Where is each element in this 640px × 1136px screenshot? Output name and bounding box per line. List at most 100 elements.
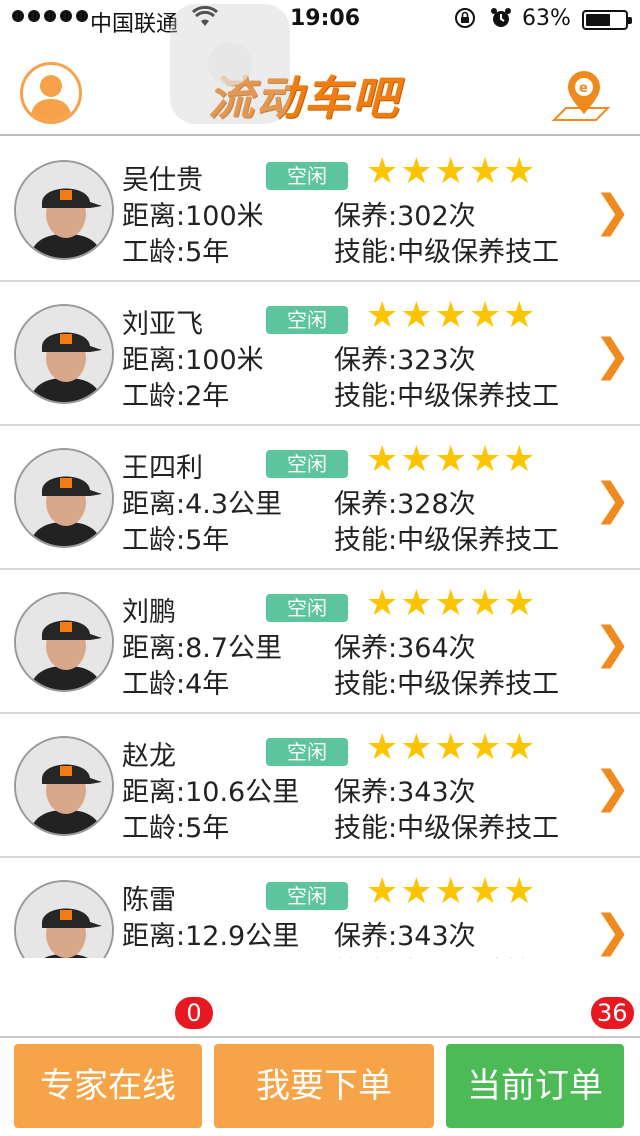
- distance-text: 距离:10.6公里: [122, 777, 300, 808]
- status-badge: 空闲: [266, 594, 348, 622]
- rating-stars: ★ ★ ★ ★ ★: [366, 152, 535, 192]
- technician-name: 王四利: [122, 453, 203, 484]
- current-orders-button[interactable]: 当前订单: [446, 1044, 624, 1128]
- star-icon: ★: [400, 583, 433, 624]
- place-order-button[interactable]: 我要下单: [214, 1044, 434, 1128]
- star-icon: ★: [434, 871, 467, 912]
- skill-level: 技能:中级保养技工: [334, 381, 560, 412]
- star-icon: ★: [468, 727, 502, 768]
- technician-list[interactable]: 吴仕贵 空闲 ★ ★ ★ ★ ★ 距离:100米 保养:302次 工龄:5年 技能:中级…: [0, 138, 640, 958]
- technician-name: 吴仕贵: [122, 165, 203, 196]
- service-count: 保养:343次: [334, 777, 476, 808]
- chevron-right-icon[interactable]: ❯: [594, 330, 631, 381]
- service-count: 保养:328次: [334, 489, 476, 520]
- star-icon: ★: [366, 727, 399, 768]
- chevron-right-icon[interactable]: ❯: [594, 474, 631, 525]
- clock-time: 19:06: [290, 6, 361, 31]
- distance-text: 距离:12.9公里: [122, 921, 300, 952]
- chevron-right-icon[interactable]: ❯: [594, 186, 631, 237]
- touch-overlay: [170, 4, 290, 124]
- user-avatar-icon: [30, 75, 72, 121]
- technician-photo: [14, 880, 114, 958]
- rotation-lock-icon: [454, 7, 476, 29]
- skill-level: 技能:中级保养技工: [334, 525, 560, 556]
- status-bar: 中国联通 19:06 63%: [0, 0, 640, 40]
- battery-icon: [582, 10, 632, 30]
- technician-name: 刘亚飞: [122, 309, 203, 340]
- star-icon: ★: [366, 439, 399, 480]
- star-icon: ★: [468, 439, 502, 480]
- distance-text: 距离:4.3公里: [122, 489, 283, 520]
- technician-row[interactable]: 刘亚飞 空闲 ★ ★ ★ ★ ★ 距离:100米 保养:323次 工龄:2年 技能:中级…: [0, 282, 640, 426]
- skill-level: 技能:中级保养技工: [334, 237, 560, 268]
- technician-row[interactable]: 陈雷 空闲 ★★★★★ 距离:12.9公里 保养:343次 工龄:1年 技能:中…: [0, 858, 640, 958]
- service-count: 保养:364次: [334, 633, 476, 664]
- star-icon: ★: [366, 151, 399, 192]
- technician-name: 陈雷: [122, 885, 176, 916]
- svg-text:e: e: [579, 81, 588, 96]
- work-years: 工龄:1年: [122, 950, 229, 958]
- technician-row[interactable]: 赵龙 空闲 ★ ★ ★ ★ ★ 距离:10.6公里 保养:343次 工龄:5年 技能:中…: [0, 714, 640, 858]
- star-icon: ★: [400, 439, 433, 480]
- star-icon: ★: [503, 583, 536, 624]
- rating-stars: ★ ★ ★ ★ ★: [366, 728, 535, 768]
- skill-level: 技能:中级保养技工: [334, 950, 559, 958]
- work-years: 工龄:2年: [122, 381, 230, 412]
- technician-row[interactable]: 刘鹏 空闲 ★ ★ ★ ★ ★ 距离:8.7公里 保养:364次 工龄:4年 技能:中级…: [0, 570, 640, 714]
- technician-photo: [14, 304, 114, 404]
- technician-row[interactable]: 王四利 空闲 ★ ★ ★ ★ ★ 距离:4.3公里 保养:328次 工龄:5年 技能:中…: [0, 426, 640, 570]
- star-icon: ★: [400, 871, 433, 912]
- service-count: 保养:343次: [334, 921, 476, 952]
- star-icon: ★: [434, 151, 467, 192]
- star-icon: ★: [366, 295, 399, 336]
- status-badge: 空闲: [266, 738, 348, 766]
- star-icon: ★: [434, 439, 467, 480]
- battery-fill: [586, 14, 610, 26]
- battery-percent: 63%: [522, 6, 571, 31]
- distance-text: 距离:100米: [122, 345, 264, 376]
- star-icon: ★: [468, 151, 502, 192]
- rating-stars: ★ ★ ★ ★ ★: [366, 296, 535, 336]
- star-icon: ★: [366, 871, 399, 912]
- map-location-button[interactable]: e: [551, 70, 611, 126]
- star-icon: ★: [468, 871, 502, 912]
- star-icon: ★: [366, 583, 399, 624]
- status-badge: 空闲: [266, 162, 348, 190]
- signal-strength-icon: [12, 10, 88, 22]
- work-years: 工龄:5年: [122, 237, 230, 268]
- technician-row[interactable]: 吴仕贵 空闲 ★ ★ ★ ★ ★ 距离:100米 保养:302次 工龄:5年 技能:中级…: [0, 138, 640, 282]
- technician-photo: [14, 592, 114, 692]
- technician-photo: [14, 448, 114, 548]
- distance-text: 距离:8.7公里: [122, 633, 283, 664]
- chevron-right-icon[interactable]: ❯: [594, 618, 631, 669]
- star-icon: ★: [468, 583, 502, 624]
- technician-photo: [14, 736, 114, 836]
- user-avatar-button[interactable]: [20, 62, 82, 124]
- star-icon: ★: [434, 583, 467, 624]
- skill-level: 技能:中级保养技工: [334, 669, 560, 700]
- expert-online-button[interactable]: 专家在线: [14, 1044, 202, 1128]
- app-header: 流动车吧 e: [0, 40, 640, 136]
- star-icon: ★: [503, 151, 536, 192]
- status-badge: 空闲: [266, 306, 348, 334]
- star-icon: ★: [400, 151, 433, 192]
- technician-name: 赵龙: [122, 741, 176, 772]
- star-icon: ★: [503, 727, 536, 768]
- status-badge: 空闲: [266, 882, 348, 910]
- star-icon: ★: [503, 439, 536, 480]
- expert-count-badge: 0: [172, 994, 216, 1032]
- star-icon: ★: [434, 295, 467, 336]
- star-icon: ★: [400, 295, 433, 336]
- star-icon: ★: [503, 871, 536, 912]
- star-icon: ★: [503, 295, 536, 336]
- status-badge: 空闲: [266, 450, 348, 478]
- work-years: 工龄:5年: [122, 525, 230, 556]
- alarm-icon: [490, 7, 512, 29]
- distance-text: 距离:100米: [122, 201, 264, 232]
- chevron-right-icon[interactable]: ❯: [594, 762, 631, 813]
- chevron-right-icon[interactable]: ❯: [594, 906, 631, 957]
- star-icon: ★: [434, 727, 467, 768]
- carrier-name: 中国联通: [90, 12, 179, 37]
- work-years: 工龄:5年: [122, 813, 230, 844]
- work-years: 工龄:4年: [122, 669, 230, 700]
